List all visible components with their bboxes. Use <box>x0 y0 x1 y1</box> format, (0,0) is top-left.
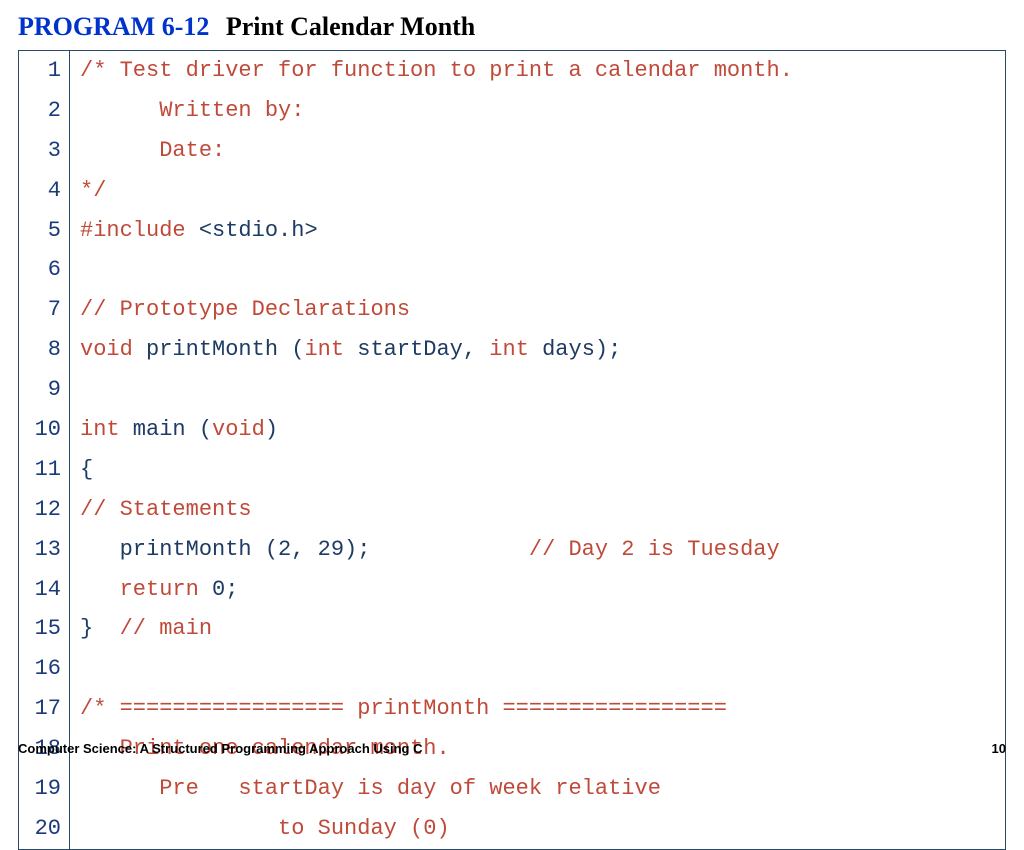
footer-book-title: Computer Science: A Structured Programmi… <box>18 741 423 756</box>
line-number: 10 <box>19 410 70 450</box>
code-content: } // main <box>70 609 1006 649</box>
code-content: void printMonth (int startDay, int days)… <box>70 330 1006 370</box>
code-line: 15} // main <box>19 609 1006 649</box>
line-number: 5 <box>19 211 70 251</box>
code-line: 20 to Sunday (0) <box>19 809 1006 849</box>
line-number: 15 <box>19 609 70 649</box>
code-content: /* ================= printMonth ========… <box>70 689 1006 729</box>
line-number: 11 <box>19 450 70 490</box>
line-number: 12 <box>19 490 70 530</box>
code-content: Written by: <box>70 91 1006 131</box>
line-number: 20 <box>19 809 70 849</box>
page-footer: Computer Science: A Structured Programmi… <box>18 741 1006 756</box>
line-number: 17 <box>19 689 70 729</box>
code-line: 13 printMonth (2, 29); // Day 2 is Tuesd… <box>19 530 1006 570</box>
code-content: { <box>70 450 1006 490</box>
footer-page-number: 10 <box>992 741 1006 756</box>
code-line: 8void printMonth (int startDay, int days… <box>19 330 1006 370</box>
code-content: // Prototype Declarations <box>70 290 1006 330</box>
code-line: 1/* Test driver for function to print a … <box>19 51 1006 91</box>
code-content <box>70 649 1006 689</box>
code-line: 6 <box>19 250 1006 290</box>
program-label: PROGRAM 6-12 <box>18 12 209 41</box>
code-line: 3 Date: <box>19 131 1006 171</box>
listing-title: PROGRAM 6-12 Print Calendar Month <box>18 12 1006 42</box>
line-number: 8 <box>19 330 70 370</box>
code-line: 2 Written by: <box>19 91 1006 131</box>
code-content: printMonth (2, 29); // Day 2 is Tuesday <box>70 530 1006 570</box>
code-content: to Sunday (0) <box>70 809 1006 849</box>
line-number: 19 <box>19 769 70 809</box>
code-line: 12// Statements <box>19 490 1006 530</box>
line-number: 14 <box>19 570 70 610</box>
line-number: 4 <box>19 171 70 211</box>
line-number: 2 <box>19 91 70 131</box>
code-content: #include <stdio.h> <box>70 211 1006 251</box>
line-number: 7 <box>19 290 70 330</box>
code-line: 11{ <box>19 450 1006 490</box>
code-content: // Statements <box>70 490 1006 530</box>
program-name: Print Calendar Month <box>226 12 475 41</box>
line-number: 16 <box>19 649 70 689</box>
code-content: /* Test driver for function to print a c… <box>70 51 1006 91</box>
code-line: 5#include <stdio.h> <box>19 211 1006 251</box>
code-content: int main (void) <box>70 410 1006 450</box>
line-number: 9 <box>19 370 70 410</box>
code-line: 17/* ================= printMonth ======… <box>19 689 1006 729</box>
code-content: Date: <box>70 131 1006 171</box>
code-content <box>70 370 1006 410</box>
line-number: 3 <box>19 131 70 171</box>
line-number: 1 <box>19 51 70 91</box>
code-line: 9 <box>19 370 1006 410</box>
code-content: */ <box>70 171 1006 211</box>
code-content <box>70 250 1006 290</box>
code-content: Pre startDay is day of week relative <box>70 769 1006 809</box>
code-listing: 1/* Test driver for function to print a … <box>18 50 1006 850</box>
code-line: 7// Prototype Declarations <box>19 290 1006 330</box>
code-line: 19 Pre startDay is day of week relative <box>19 769 1006 809</box>
code-line: 10int main (void) <box>19 410 1006 450</box>
code-line: 14 return 0; <box>19 570 1006 610</box>
line-number: 6 <box>19 250 70 290</box>
code-content: return 0; <box>70 570 1006 610</box>
line-number: 13 <box>19 530 70 570</box>
code-line: 16 <box>19 649 1006 689</box>
code-line: 4*/ <box>19 171 1006 211</box>
